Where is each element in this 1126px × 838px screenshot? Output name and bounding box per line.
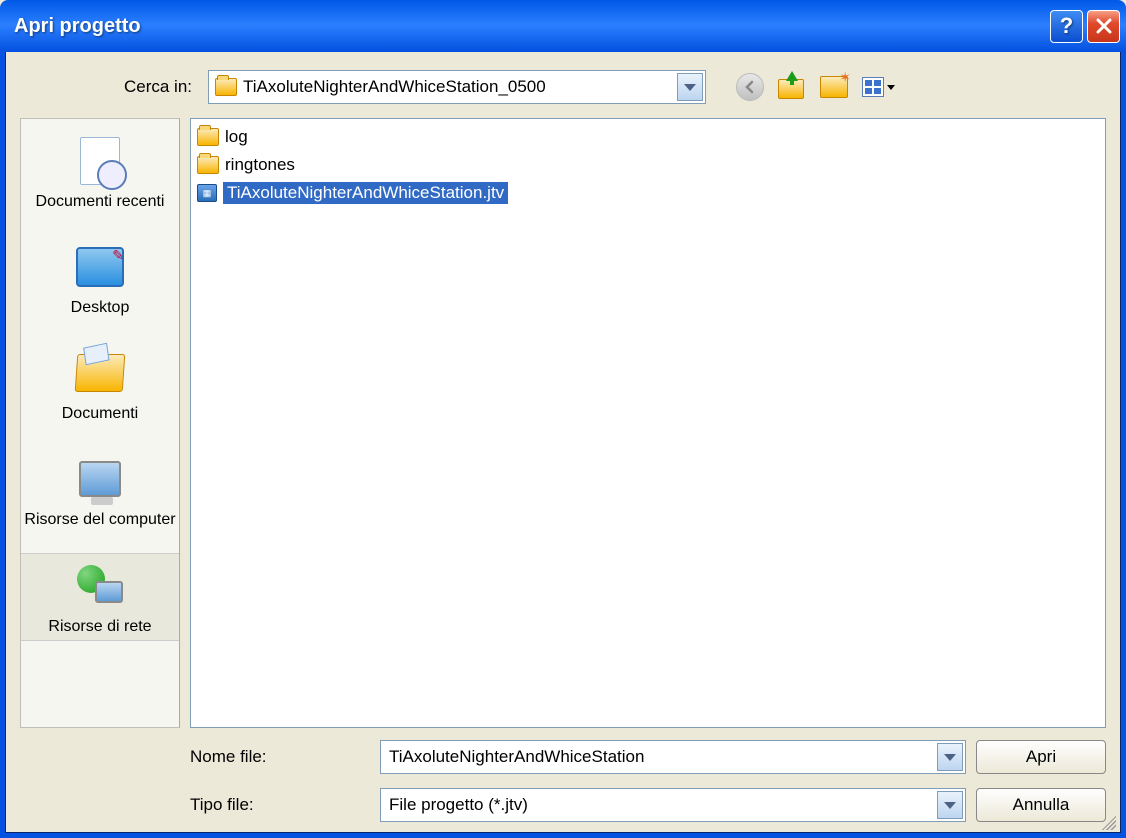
- filetype-dropdown-button[interactable]: [937, 791, 963, 819]
- up-one-level-button[interactable]: [778, 75, 806, 99]
- look-in-value: TiAxoluteNighterAndWhiceStation_0500: [243, 77, 671, 97]
- open-button[interactable]: Apri: [976, 740, 1106, 774]
- places-label: Desktop: [71, 299, 130, 317]
- network-icon: [77, 565, 123, 607]
- folder-icon: [197, 156, 219, 174]
- view-icon: [862, 77, 884, 97]
- recent-documents-icon: [80, 137, 120, 185]
- back-button[interactable]: [736, 73, 764, 101]
- places-label: Risorse del computer: [24, 511, 175, 529]
- chevron-down-icon: [887, 85, 895, 90]
- places-computer[interactable]: Risorse del computer: [21, 447, 179, 533]
- help-button[interactable]: ?: [1050, 10, 1083, 43]
- file-name: TiAxoluteNighterAndWhiceStation.jtv: [223, 182, 508, 204]
- documents-icon: [75, 354, 126, 392]
- file-list[interactable]: log ringtones TiAxoluteNighterAndWhiceStat…: [190, 118, 1106, 728]
- places-label: Risorse di rete: [48, 618, 151, 636]
- file-item[interactable]: TiAxoluteNighterAndWhiceStation.jtv: [195, 179, 1101, 207]
- resize-grip[interactable]: [1098, 812, 1116, 830]
- file-item[interactable]: ringtones: [195, 151, 1101, 179]
- filename-label: Nome file:: [190, 747, 370, 767]
- file-name: log: [225, 127, 248, 147]
- places-network[interactable]: Risorse di rete: [21, 553, 179, 641]
- titlebar[interactable]: Apri progetto ?: [0, 0, 1126, 52]
- look-in-dropdown-button[interactable]: [677, 73, 703, 101]
- up-arrow-icon: [786, 71, 798, 81]
- window-title: Apri progetto: [14, 15, 1050, 38]
- places-label: Documenti recenti: [36, 193, 165, 211]
- places-bar: Documenti recenti Desktop Documenti Riso…: [20, 118, 180, 728]
- file-icon: [197, 184, 217, 202]
- chevron-down-icon: [684, 84, 696, 91]
- close-button[interactable]: [1087, 10, 1120, 43]
- chevron-down-icon: [944, 754, 956, 761]
- close-icon: [1095, 17, 1113, 35]
- file-name: ringtones: [225, 155, 295, 175]
- places-label: Documenti: [62, 405, 138, 423]
- view-menu-button[interactable]: [862, 77, 895, 97]
- filename-value: TiAxoluteNighterAndWhiceStation: [389, 747, 937, 767]
- filetype-value: File progetto (*.jtv): [389, 795, 937, 815]
- dialog-window: Apri progetto ? Cerca in: TiAxoluteNight…: [0, 0, 1126, 838]
- filename-dropdown-button[interactable]: [937, 743, 963, 771]
- chevron-down-icon: [944, 802, 956, 809]
- computer-icon: [79, 461, 121, 497]
- look-in-label: Cerca in:: [20, 77, 198, 97]
- cancel-button[interactable]: Annulla: [976, 788, 1106, 822]
- file-item[interactable]: log: [195, 123, 1101, 151]
- folder-icon: [215, 78, 237, 96]
- back-arrow-icon: [743, 80, 757, 94]
- look-in-combo[interactable]: TiAxoluteNighterAndWhiceStation_0500: [208, 70, 706, 104]
- new-folder-button[interactable]: [820, 76, 848, 98]
- places-documents[interactable]: Documenti: [21, 341, 179, 427]
- desktop-icon: [76, 247, 124, 287]
- places-recent[interactable]: Documenti recenti: [21, 129, 179, 215]
- filetype-label: Tipo file:: [190, 795, 370, 815]
- filename-input[interactable]: TiAxoluteNighterAndWhiceStation: [380, 740, 966, 774]
- folder-icon: [197, 128, 219, 146]
- places-desktop[interactable]: Desktop: [21, 235, 179, 321]
- filetype-combo[interactable]: File progetto (*.jtv): [380, 788, 966, 822]
